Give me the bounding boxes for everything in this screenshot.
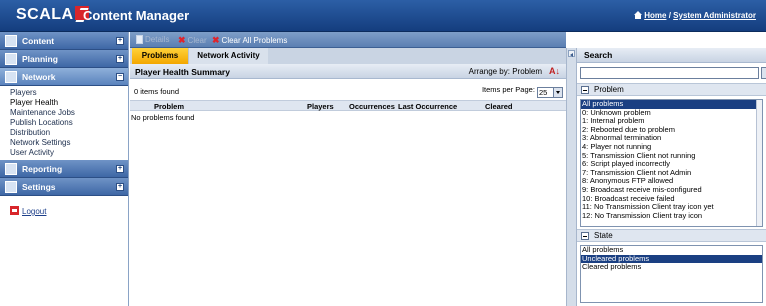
listbox-scrollbar[interactable]: [756, 100, 762, 226]
brand-name: SCALA: [16, 6, 74, 23]
tab-problems[interactable]: Problems: [132, 48, 188, 64]
search-button[interactable]: [761, 67, 766, 79]
top-header: SCALA Content Manager Home / System Admi…: [0, 0, 766, 32]
clear-all-button[interactable]: ✖ Clear All Problems: [212, 35, 287, 46]
search-panel: Search Problem All problems 0: Unknown p…: [577, 48, 766, 306]
toolbar: Details ✖ Clear ✖ Clear All Problems: [130, 32, 566, 48]
table-header: Problem Players Occurrences Last Occurre…: [130, 100, 566, 111]
search-title: Search: [577, 48, 766, 63]
logout-icon: [10, 206, 19, 215]
sidebar-item-network-settings[interactable]: Network Settings: [10, 138, 128, 148]
column-last-occurrence[interactable]: Last Occurrence: [398, 102, 457, 111]
items-per-page: Items per Page: 25: [482, 85, 563, 98]
expand-icon[interactable]: +: [116, 183, 124, 191]
items-per-page-value: 25: [539, 88, 548, 97]
empty-message: No problems found: [131, 113, 195, 122]
tab-bar: Problems Network Activity: [130, 48, 566, 64]
nav-section-content[interactable]: Content +: [0, 32, 128, 50]
collapse-icon[interactable]: [581, 86, 589, 94]
items-per-page-label: Items per Page:: [481, 85, 535, 94]
list-item[interactable]: Cleared problems: [581, 263, 762, 272]
sidebar-item-distribution[interactable]: Distribution: [10, 128, 128, 138]
sidebar-item-publish-locations[interactable]: Publish Locations: [10, 118, 128, 128]
problem-section-label: Problem: [594, 85, 624, 94]
items-found-count: 0 items found: [134, 87, 180, 96]
collapse-arrow-icon[interactable]: [568, 50, 575, 57]
clear-button[interactable]: ✖ Clear: [178, 35, 207, 46]
search-input[interactable]: [580, 67, 759, 79]
clear-label: Clear: [187, 36, 207, 45]
home-link[interactable]: Home: [644, 11, 666, 20]
collapse-icon[interactable]: −: [116, 73, 124, 81]
collapse-icon[interactable]: [581, 232, 589, 240]
expand-icon[interactable]: +: [116, 37, 124, 45]
folder-icon: [5, 35, 17, 47]
left-sidebar: Content + Planning + Network − Players P…: [0, 32, 129, 306]
sidebar-item-player-health[interactable]: Player Health: [10, 98, 128, 108]
calendar-icon: [5, 53, 17, 65]
details-button[interactable]: Details: [136, 35, 169, 44]
nav-section-label: Content: [22, 36, 55, 46]
nav-section-network[interactable]: Network −: [0, 68, 128, 86]
problem-listbox[interactable]: All problems 0: Unknown problem 1: Inter…: [580, 99, 763, 227]
nav-section-planning[interactable]: Planning +: [0, 50, 128, 68]
expand-icon[interactable]: +: [116, 165, 124, 173]
user-links: Home / System Administrator: [634, 11, 756, 20]
clear-all-label: Clear All Problems: [221, 36, 288, 45]
app-title: Content Manager: [83, 8, 190, 23]
nav-section-reporting[interactable]: Reporting +: [0, 160, 128, 178]
settings-icon: [5, 181, 17, 193]
report-icon: [5, 163, 17, 175]
nav-section-label: Reporting: [22, 164, 63, 174]
sidebar-item-players[interactable]: Players: [10, 88, 128, 98]
logout-label: Logout: [22, 207, 47, 216]
state-section-label: State: [594, 231, 613, 240]
list-item[interactable]: 12: No Transmission Client tray icon: [581, 211, 762, 221]
column-players[interactable]: Players: [307, 102, 334, 111]
column-occurrences[interactable]: Occurrences: [349, 102, 395, 111]
nav-section-label: Planning: [22, 54, 58, 64]
details-icon: [136, 35, 143, 44]
main-panel: Player Health Summary Arrange by: Proble…: [130, 64, 566, 306]
column-cleared[interactable]: Cleared: [485, 102, 513, 111]
network-subnav: Players Player Health Maintenance Jobs P…: [0, 86, 128, 160]
column-problem[interactable]: Problem: [154, 102, 184, 111]
panel-header: Player Health Summary Arrange by: Proble…: [130, 64, 566, 79]
state-listbox[interactable]: All problems Uncleared problems Cleared …: [580, 245, 763, 303]
nav-section-label: Settings: [22, 182, 56, 192]
state-section-header[interactable]: State: [577, 229, 766, 242]
problem-section-header[interactable]: Problem: [577, 83, 766, 96]
link-separator: /: [668, 11, 671, 20]
network-icon: [5, 71, 17, 83]
tab-network-activity[interactable]: Network Activity: [188, 48, 268, 64]
sidebar-item-maintenance-jobs[interactable]: Maintenance Jobs: [10, 108, 128, 118]
sort-icon[interactable]: A↓: [549, 66, 560, 76]
sidebar-item-user-activity[interactable]: User Activity: [10, 148, 128, 158]
nav-section-settings[interactable]: Settings +: [0, 178, 128, 196]
clear-all-icon: ✖: [212, 35, 220, 45]
expand-icon[interactable]: +: [116, 55, 124, 63]
scala-logo: SCALA: [16, 6, 89, 24]
details-label: Details: [145, 35, 170, 44]
nav-section-label: Network: [22, 72, 56, 82]
arrange-by-label: Arrange by: Problem: [468, 67, 542, 76]
page-title: Player Health Summary: [135, 67, 230, 77]
clear-icon: ✖: [178, 35, 186, 45]
panel-splitter[interactable]: [566, 48, 577, 306]
items-per-page-select[interactable]: 25: [537, 87, 563, 98]
home-icon: [634, 11, 643, 19]
user-link[interactable]: System Administrator: [673, 11, 756, 20]
chevron-down-icon: [553, 88, 562, 97]
logout-link[interactable]: Logout: [10, 206, 46, 216]
